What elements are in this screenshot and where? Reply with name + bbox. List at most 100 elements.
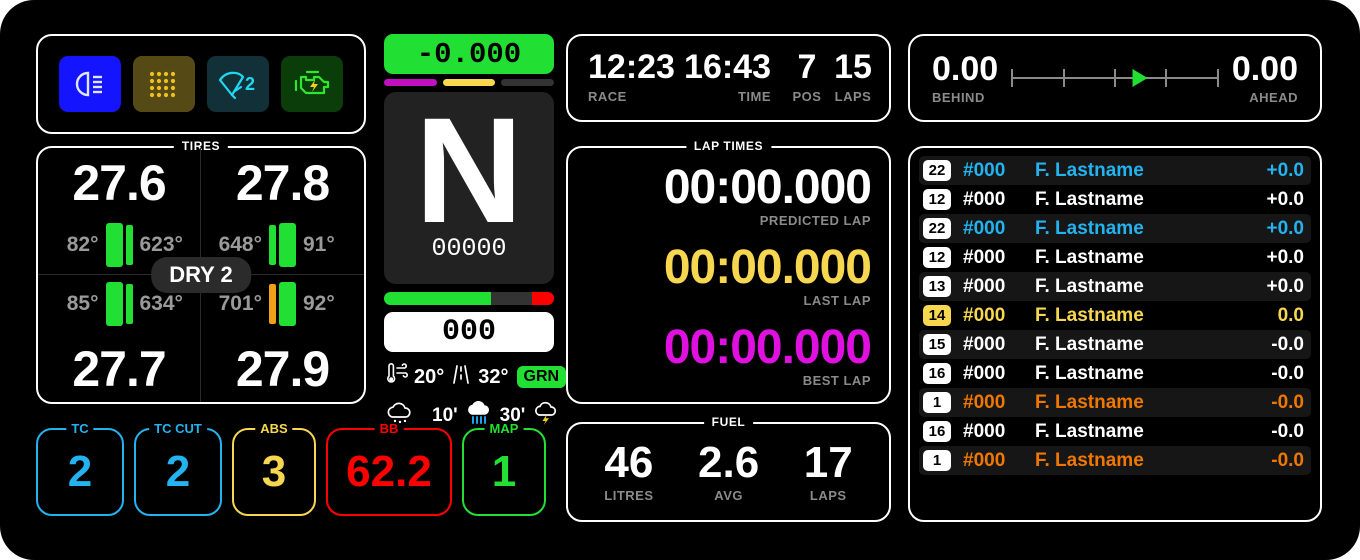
control-value: 2 [68,450,92,494]
car-number: #000 [963,276,1035,298]
gap-ahead-label: AHEAD [1232,90,1298,105]
control-settings-row: TC2TC CUT2ABS3BB62.2MAP1 [36,428,546,516]
clock-value: 16:43 [684,50,771,84]
track-status-badge: GRN [517,366,567,388]
table-row[interactable]: 14#000F. Lastname0.0 [919,301,1311,330]
table-row[interactable]: 1#000F. Lastname-0.0 [919,388,1311,417]
status-icon-bar: 2 [36,34,366,134]
car-number: #000 [963,247,1035,269]
driver-name: F. Lastname [1035,218,1266,240]
car-number: #000 [963,160,1035,182]
rain-light-icon[interactable] [133,56,195,112]
driver-name: F. Lastname [1035,421,1271,443]
table-row[interactable]: 22#000F. Lastname+0.0 [919,214,1311,243]
best-lap-label: BEST LAP [664,373,871,388]
control-tc-cut[interactable]: TC CUT2 [134,428,222,516]
table-row[interactable]: 12#000F. Lastname+0.0 [919,185,1311,214]
gear-display: N 00000 [384,92,554,284]
weather-forecast-row: 10' 30' [384,401,554,431]
fuel-laps-value: 17 [804,441,853,485]
best-lap-value: 00:00.000 [664,324,871,372]
gap-track-bar [1012,63,1218,93]
tire-rear-right: 701° 92° 27.9 [201,275,364,402]
engine-icon[interactable] [281,56,343,112]
clock-block: 16:43 TIME [684,50,771,104]
tire-front-left: 27.6 82° 623° [38,148,201,275]
table-row[interactable]: 1#000F. Lastname-0.0 [919,446,1311,475]
speed-display: 000 [384,312,554,352]
control-value: 3 [262,450,286,494]
position-badge: 13 [923,276,951,297]
lap-times-title: LAP TIMES [686,139,771,153]
tire-rl-bar-narrow [126,284,133,324]
tire-fl-bar-wide [106,223,123,267]
tire-rr-bar-wide [279,282,296,326]
race-time-value: 12:23 [588,50,675,84]
gap-ahead-value: 0.00 [1232,52,1298,86]
position-value: 7 [787,50,827,84]
fuel-level-bar [384,292,554,305]
driver-name: F. Lastname [1035,160,1266,182]
air-temp-icon [384,363,408,391]
predicted-lap-block: 00:00.000 PREDICTED LAP [664,164,871,228]
tire-rl-temp-inner: 634° [140,292,192,316]
position-badge: 1 [923,450,951,471]
table-row[interactable]: 12#000F. Lastname+0.0 [919,243,1311,272]
table-row[interactable]: 16#000F. Lastname-0.0 [919,359,1311,388]
tire-rl-wear-bars [106,282,133,326]
control-value: 62.2 [346,450,432,494]
gap-value: +0.0 [1266,218,1304,240]
track-temp-value: 32° [478,366,508,389]
table-row[interactable]: 16#000F. Lastname-0.0 [919,417,1311,446]
laps-block: 15 LAPS [829,50,877,104]
car-number: #000 [963,189,1035,211]
sector-3-bar [501,79,554,86]
tire-fr-temp-outer: 91° [303,233,355,257]
fuel-avg-block: 2.6 AVG [698,441,759,503]
gap-behind-label: BEHIND [932,90,998,105]
car-number: #000 [963,363,1035,385]
fuel-litres-block: 46 LITRES [604,441,653,503]
standings-panel: 22#000F. Lastname+0.012#000F. Lastname+0… [908,146,1322,522]
position-badge: 16 [923,363,951,384]
fuel-laps-block: 17 LAPS [804,441,853,503]
tire-fr-bar-wide [279,223,296,267]
car-number: #000 [963,392,1035,414]
position-badge: 12 [923,247,951,268]
fuel-panel: FUEL 46 LITRES 2.6 AVG 17 LAPS [566,422,891,522]
position-badge: 16 [923,421,951,442]
lap-times-panel: LAP TIMES 00:00.000 PREDICTED LAP 00:00.… [566,146,891,404]
race-time-block: 12:23 RACE [588,50,675,104]
tire-rl-bar-wide [106,282,123,326]
tire-compound-badge: DRY 2 [151,257,251,293]
table-row[interactable]: 15#000F. Lastname-0.0 [919,330,1311,359]
control-tc[interactable]: TC2 [36,428,124,516]
driver-name: F. Lastname [1035,363,1271,385]
standings-list: 22#000F. Lastname+0.012#000F. Lastname+0… [919,156,1311,475]
control-map[interactable]: MAP1 [462,428,546,516]
tire-fl-pressure: 27.6 [38,154,200,212]
table-row[interactable]: 13#000F. Lastname+0.0 [919,272,1311,301]
control-label: TC CUT [149,421,207,436]
air-temp-value: 20° [414,366,444,389]
car-number: #000 [963,218,1035,240]
tire-rear-left: 85° 634° 27.7 [38,275,201,402]
tire-rr-pressure: 27.9 [201,340,364,398]
current-gear: N [415,109,523,232]
sector-2-bar [443,79,496,86]
last-lap-value: 00:00.000 [664,244,871,292]
control-bb[interactable]: BB62.2 [326,428,452,516]
current-weather-icon [384,401,414,431]
gear-column: -0.000 N 00000 000 20° [384,34,554,431]
car-number: #000 [963,334,1035,356]
control-abs[interactable]: ABS3 [232,428,316,516]
table-row[interactable]: 22#000F. Lastname+0.0 [919,156,1311,185]
headlight-icon[interactable] [59,56,121,112]
tire-rr-temp-inner: 701° [210,292,262,316]
gap-value: +0.0 [1266,189,1304,211]
car-number: #000 [963,421,1035,443]
control-value: 1 [492,450,516,494]
tire-fl-wear-bars [106,223,133,267]
race-info-panel: 12:23 RACE 16:43 TIME 7 POS 15 LAPS [566,34,891,122]
wiper-icon[interactable]: 2 [207,56,269,112]
